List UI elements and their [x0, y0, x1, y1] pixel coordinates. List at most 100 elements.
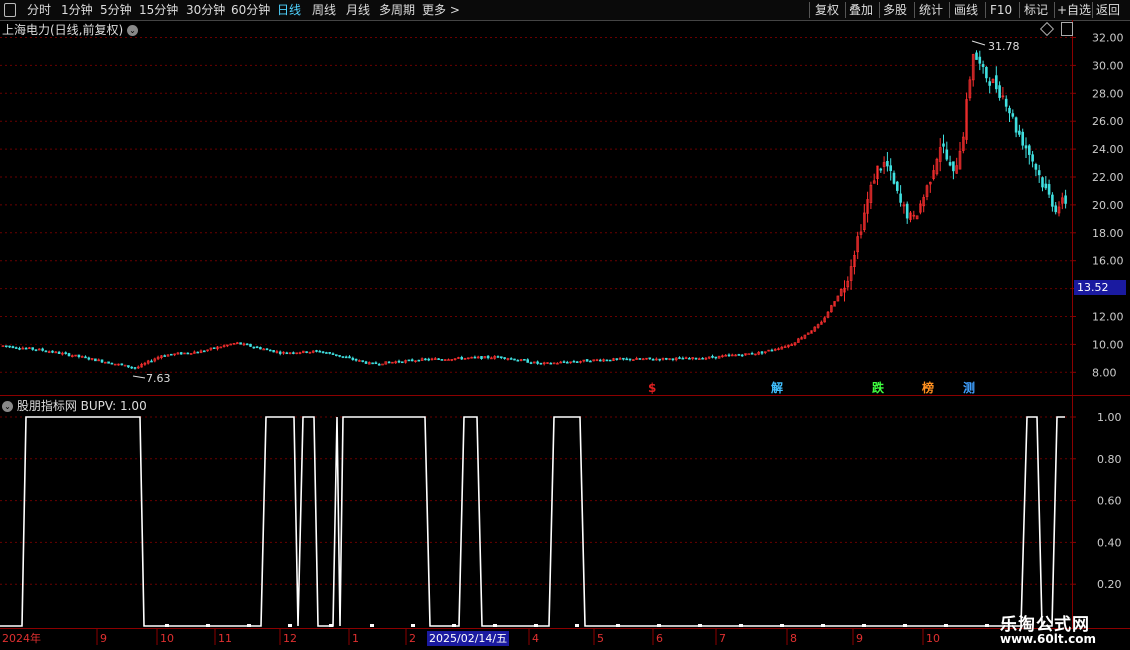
candle-body	[387, 361, 391, 364]
candle-body	[249, 343, 252, 347]
baseline-dot	[370, 624, 374, 627]
candle-body	[120, 363, 124, 366]
window-toggle-icon[interactable]	[1061, 22, 1073, 36]
candle-body	[179, 352, 183, 355]
candle-body	[24, 347, 28, 350]
baseline-dot	[739, 624, 743, 627]
candle-body	[212, 347, 216, 349]
baseline-dot	[247, 624, 251, 627]
chevron-down-icon[interactable]: ⌄	[2, 401, 13, 412]
price-tick-label: 20.00	[1092, 199, 1124, 212]
price-tick-label: 10.00	[1092, 338, 1124, 351]
stock-title[interactable]: 上海电力(日线,前复权)	[2, 23, 123, 37]
candle-body	[711, 355, 714, 358]
candle-body	[84, 356, 87, 359]
indicator-tick-label: 0.20	[1097, 578, 1122, 591]
candle-body	[321, 351, 325, 354]
baseline-dot	[985, 624, 989, 627]
candle-body	[549, 362, 553, 365]
candle-body	[268, 349, 272, 352]
indicator-tick-label: 1.00	[1097, 411, 1122, 424]
date-tick-label: 2	[409, 632, 416, 645]
candle-body	[628, 358, 632, 361]
candle-body	[334, 354, 338, 356]
baseline-dot	[165, 624, 169, 627]
candle-body	[1011, 113, 1015, 117]
baseline-dot	[616, 624, 620, 627]
candle-body	[945, 149, 949, 160]
candle-body	[371, 362, 374, 365]
candle-body	[998, 85, 1001, 98]
baseline-dot	[698, 624, 702, 627]
candle-body	[727, 354, 731, 357]
candle-body	[107, 361, 110, 364]
indicator-tick-label: 0.60	[1097, 495, 1122, 508]
candle-body	[11, 346, 15, 349]
candle-body	[496, 356, 500, 358]
candle-body	[424, 358, 427, 361]
candle-body	[575, 361, 579, 363]
candle-body	[14, 347, 18, 349]
candle-body	[681, 357, 685, 360]
kline-chart[interactable]: 31.787.63$ 解跌榜测 32.0030.0028.0026.0024.00…	[0, 0, 1130, 650]
candle-body	[523, 359, 526, 361]
candle-body	[513, 358, 516, 361]
watermark-url: www.60lt.com	[1000, 632, 1097, 646]
price-tick-label: 22.00	[1092, 171, 1124, 184]
baseline-dot	[452, 624, 456, 627]
candle-body	[130, 366, 133, 369]
candle-body	[747, 353, 751, 355]
date-tick-label: 11	[218, 632, 232, 645]
candle-body	[942, 143, 945, 147]
candle-body	[163, 355, 166, 357]
candle-body	[948, 162, 952, 166]
candle-body	[67, 353, 71, 357]
candle-body	[988, 81, 992, 86]
candle-body	[447, 359, 450, 361]
candle-body	[671, 358, 675, 361]
candle-body	[1054, 205, 1057, 213]
candle-body	[770, 349, 774, 352]
candle-body	[127, 365, 130, 368]
candle-body	[400, 361, 404, 364]
candle-body	[361, 360, 365, 362]
event-marker: 跌	[872, 380, 885, 395]
candle-body	[100, 359, 104, 363]
candle-body	[186, 352, 190, 355]
candle-body	[1044, 183, 1048, 189]
date-tick-label: 9	[100, 632, 107, 645]
candle-body	[526, 359, 530, 363]
candle-body	[34, 349, 38, 351]
candle-body	[981, 64, 985, 68]
chevron-down-icon[interactable]: ⌄	[127, 25, 139, 36]
current-price-tag: 13.52	[1074, 280, 1126, 295]
candle-body	[331, 353, 335, 355]
candle-body	[480, 356, 483, 359]
candle-body	[750, 352, 754, 355]
candle-body	[503, 357, 506, 359]
candle-body	[714, 356, 718, 359]
indicator-title[interactable]: 股朋指标网 BUPV: 1.00	[17, 399, 147, 413]
candle-body	[539, 362, 543, 365]
candle-body	[5, 345, 8, 348]
baseline-dot	[288, 624, 292, 627]
candle-body	[952, 161, 955, 172]
candle-body	[51, 350, 54, 353]
price-tick-label: 18.00	[1092, 227, 1124, 240]
candle-body	[565, 361, 569, 364]
candle-body	[292, 352, 295, 354]
baseline-dot	[493, 624, 497, 627]
candle-body	[18, 348, 21, 350]
candle-body	[1031, 154, 1034, 162]
candle-body	[315, 350, 318, 352]
indicator-title-row: ⌄ 股朋指标网 BUPV: 1.00	[2, 398, 147, 414]
candle-body	[473, 356, 477, 359]
candle-body	[460, 357, 464, 360]
candle-body	[170, 353, 173, 356]
candle-body	[1041, 177, 1044, 188]
candle-body	[598, 359, 602, 362]
chart-title-row: 上海电力(日线,前复权) ⌄	[2, 22, 139, 38]
candle-body	[239, 342, 242, 345]
date-tick-label: 10	[160, 632, 174, 645]
date-tick-label: 12	[283, 632, 297, 645]
